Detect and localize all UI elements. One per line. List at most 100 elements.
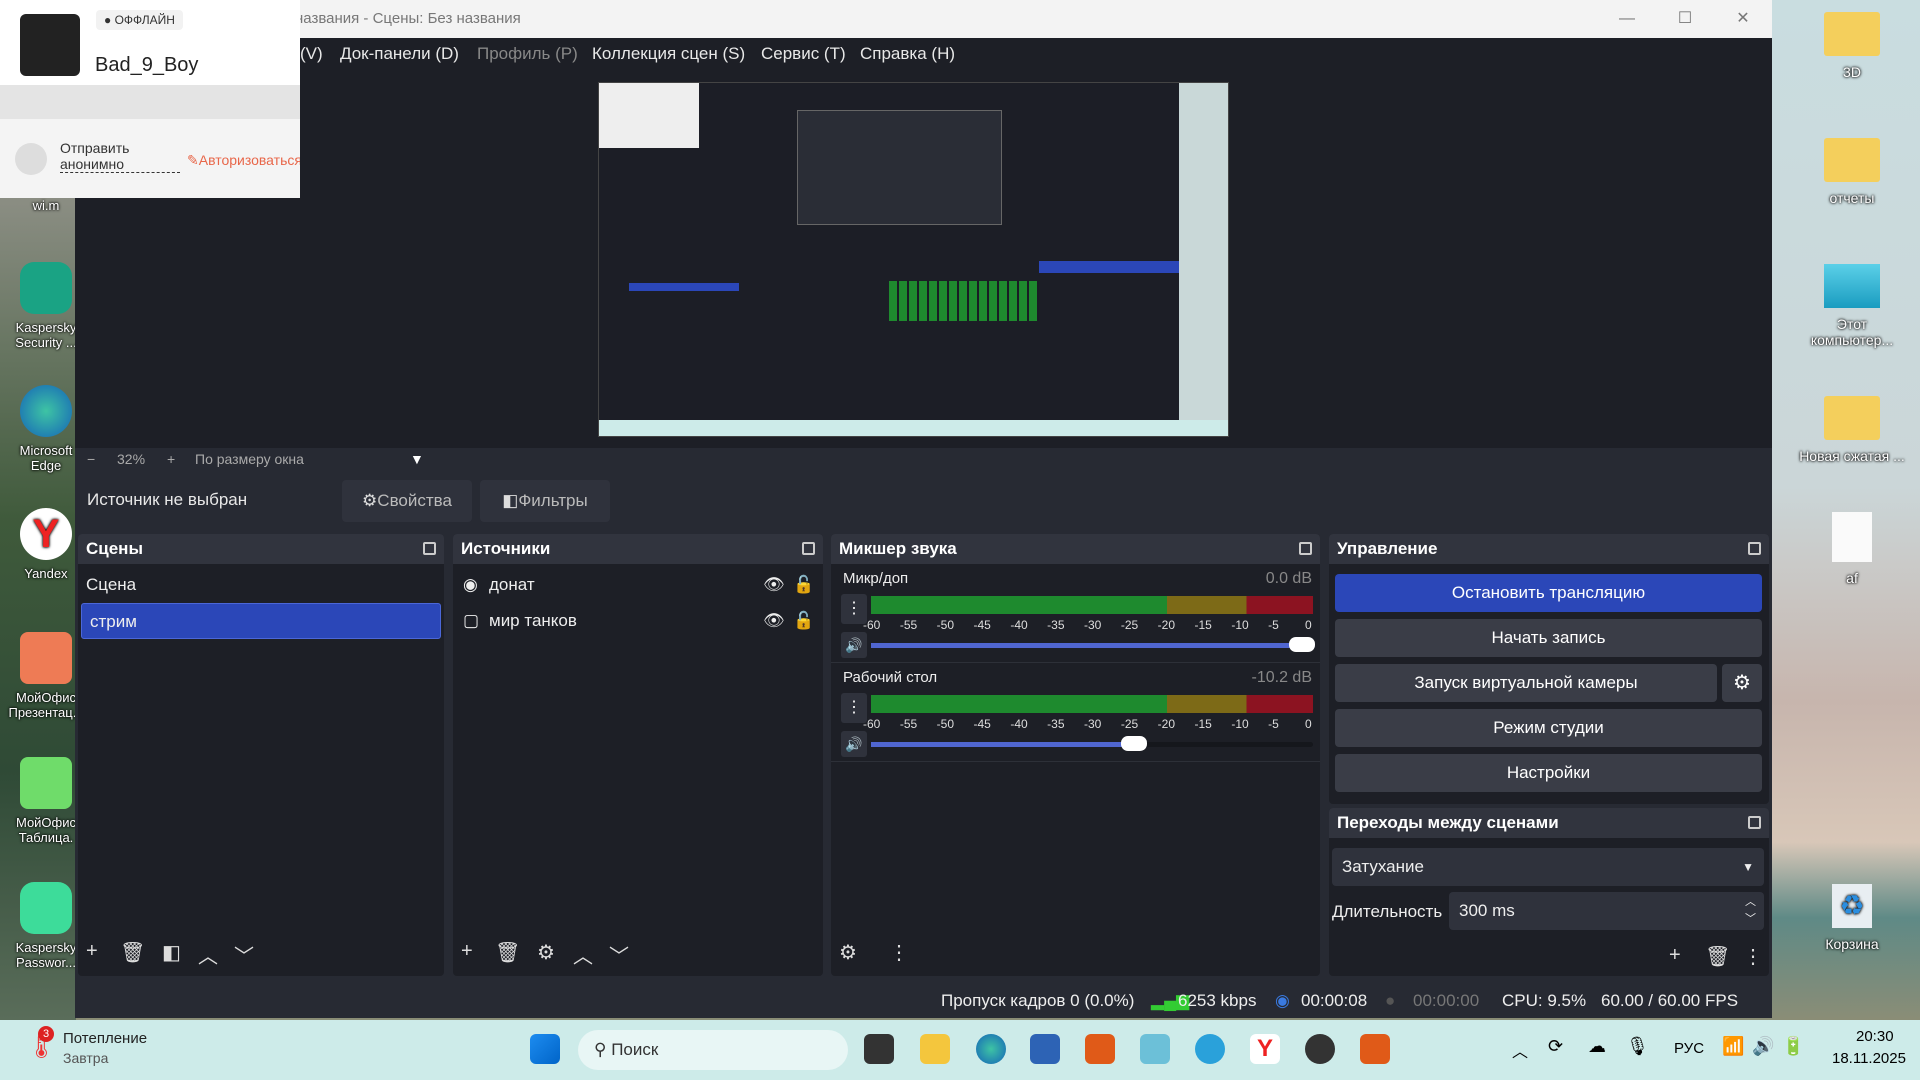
desktop-icon-myoffice-table[interactable]: МойОфис Таблица. <box>6 757 86 845</box>
studio-mode-button[interactable]: Режим студии <box>1335 709 1762 747</box>
start-record-button[interactable]: Начать запись <box>1335 619 1762 657</box>
undock-icon[interactable] <box>1299 542 1312 555</box>
eye-icon[interactable]: 👁 <box>763 567 785 603</box>
close-button[interactable]: ✕ <box>1714 0 1772 38</box>
maximize-button[interactable]: ☐ <box>1656 0 1714 38</box>
volume-slider[interactable] <box>871 643 1313 648</box>
app-icon[interactable] <box>1360 1034 1390 1064</box>
windows-start-icon[interactable] <box>530 1034 560 1064</box>
virtual-camera-button[interactable]: Запуск виртуальной камеры <box>1335 664 1717 702</box>
desktop-icon-this-pc[interactable]: Этот компьютер... <box>1797 264 1907 348</box>
menu-profile[interactable]: Профиль (P) <box>477 38 578 70</box>
desktop-icon-recycle-bin[interactable]: ♻Корзина <box>1797 884 1907 952</box>
chevron-up-icon[interactable]: ︿ <box>573 940 593 969</box>
battery-icon[interactable]: 🔋 <box>1782 1036 1804 1057</box>
sync-icon[interactable]: ⟳ <box>1548 1036 1563 1057</box>
stop-stream-button[interactable]: Остановить трансляцию <box>1335 574 1762 612</box>
tray-chevron-icon[interactable]: ︿ <box>1512 1038 1528 1062</box>
desktop-icon-myoffice-presentation[interactable]: МойОфис Презентац... <box>6 632 86 720</box>
menu-docks[interactable]: Док-панели (D) <box>340 38 459 70</box>
desktop-icon-edge[interactable]: Microsoft Edge <box>6 385 86 473</box>
filters-button[interactable]: ◧Фильтры <box>480 480 610 522</box>
slider-handle[interactable] <box>1289 637 1315 652</box>
zoom-in-button[interactable]: + <box>167 448 175 470</box>
desktop-icon-af[interactable]: af <box>1797 512 1907 586</box>
transitions-dock: Переходы между сценами Затухание▼ Длител… <box>1329 808 1769 976</box>
advanced-audio-icon[interactable]: ⚙ <box>839 940 857 965</box>
chevron-up-icon[interactable]: ︿ <box>198 940 218 969</box>
trash-icon[interactable]: 🗑 <box>495 940 520 965</box>
mic-icon[interactable]: 🎙 <box>1626 1036 1649 1057</box>
undock-icon[interactable] <box>423 542 436 555</box>
obs-icon[interactable] <box>1305 1034 1335 1064</box>
taskbar: 🌡 3 Потепление Завтра ⚲ Поиск Y ︿ ⟳ ☁ 🎙 … <box>0 1020 1920 1080</box>
file-explorer-icon[interactable] <box>920 1034 950 1064</box>
trash-icon[interactable]: 🗑 <box>120 940 145 965</box>
add-icon[interactable]: + <box>1669 944 1681 967</box>
undock-icon[interactable] <box>1748 816 1761 829</box>
mute-button[interactable]: 🔊 <box>841 632 867 658</box>
mute-button[interactable]: 🔊 <box>841 731 867 757</box>
menu-help[interactable]: Справка (H) <box>860 38 955 70</box>
desktop-icon-3d[interactable]: 3D <box>1797 12 1907 80</box>
filter-icon[interactable]: ◧ <box>162 940 181 965</box>
clock-time[interactable]: 20:30 <box>1856 1028 1894 1045</box>
desktop-icon-reports[interactable]: отчеты <box>1797 138 1907 206</box>
more-icon[interactable]: ⋮ <box>889 940 909 965</box>
desktop-icon-kaspersky-security[interactable]: Kaspersky Security ... <box>6 262 86 350</box>
zoom-out-button[interactable]: − <box>87 448 95 470</box>
gear-icon: ⚙ <box>362 491 377 510</box>
clock-date[interactable]: 18.11.2025 <box>1832 1050 1906 1067</box>
zoom-mode-select[interactable]: По размеру окна▼ <box>195 448 435 470</box>
preview-area[interactable] <box>75 70 1772 448</box>
transition-select[interactable]: Затухание▼ <box>1332 848 1764 886</box>
volume-icon[interactable]: 🔊 <box>1752 1036 1774 1057</box>
search-box[interactable]: ⚲ Поиск <box>578 1030 848 1070</box>
gear-icon[interactable]: ⚙ <box>537 940 555 965</box>
menu-tools[interactable]: Сервис (T) <box>761 38 846 70</box>
menu-scene-collection[interactable]: Коллекция сцен (S) <box>592 38 745 70</box>
lock-icon[interactable]: 🔓 <box>793 567 814 603</box>
spin-arrows-icon[interactable]: ︿﹀ <box>1745 894 1756 928</box>
scene-item-selected[interactable]: стрим <box>81 603 441 639</box>
login-link[interactable]: ✎Авторизоваться <box>187 152 300 169</box>
undock-icon[interactable] <box>802 542 815 555</box>
send-anon-link[interactable]: Отправить анонимно <box>60 140 180 173</box>
scene-item[interactable]: Сцена <box>78 567 444 603</box>
minimize-button[interactable]: — <box>1598 0 1656 38</box>
trash-icon[interactable]: 🗑 <box>1705 944 1730 969</box>
duration-input[interactable]: 300 ms︿﹀ <box>1449 892 1764 930</box>
add-icon[interactable]: + <box>461 940 473 963</box>
add-icon[interactable]: + <box>86 940 98 963</box>
menu-view[interactable]: (V) <box>300 38 323 70</box>
chevron-down-icon[interactable]: ﹀ <box>234 940 254 969</box>
cloud-icon[interactable]: ☁ <box>1588 1036 1606 1057</box>
slider-handle[interactable] <box>1121 736 1147 751</box>
desktop-icon-zip[interactable]: Новая сжатая ... <box>1797 396 1907 464</box>
volume-slider[interactable] <box>871 742 1313 747</box>
monitor-icon: ▢ <box>463 603 479 639</box>
notepad-icon[interactable] <box>1140 1034 1170 1064</box>
store-icon[interactable] <box>1030 1034 1060 1064</box>
language-indicator[interactable]: РУС <box>1674 1040 1704 1057</box>
yandex-browser-icon[interactable]: Y <box>1250 1034 1280 1064</box>
desktop-icon-kaspersky-password[interactable]: Kaspersky Passwor... <box>6 882 86 970</box>
telegram-icon[interactable] <box>1195 1034 1225 1064</box>
chevron-down-icon[interactable]: ﹀ <box>609 940 629 969</box>
more-icon[interactable]: ⋮ <box>1743 944 1763 969</box>
wifi-icon[interactable]: 📶 <box>1722 1036 1744 1057</box>
task-view-icon[interactable] <box>864 1034 894 1064</box>
edge-icon[interactable] <box>976 1034 1006 1064</box>
source-item[interactable]: ◉донат👁🔓 <box>453 567 823 603</box>
properties-button[interactable]: ⚙Свойства <box>342 480 472 522</box>
settings-button[interactable]: Настройки <box>1335 754 1762 792</box>
virtual-camera-settings-gear-icon[interactable]: ⚙ <box>1722 664 1762 702</box>
desktop-icon-yandex[interactable]: YYandex <box>6 508 86 581</box>
source-item[interactable]: ▢мир танков👁🔓 <box>453 603 823 639</box>
lock-icon[interactable]: 🔓 <box>793 603 814 639</box>
streaming-icon: ◉ <box>1275 986 1290 1016</box>
app-icon[interactable] <box>1085 1034 1115 1064</box>
undock-icon[interactable] <box>1748 542 1761 555</box>
desktop-icon-wim[interactable]: wi.m <box>6 198 86 213</box>
eye-icon[interactable]: 👁 <box>763 603 785 639</box>
